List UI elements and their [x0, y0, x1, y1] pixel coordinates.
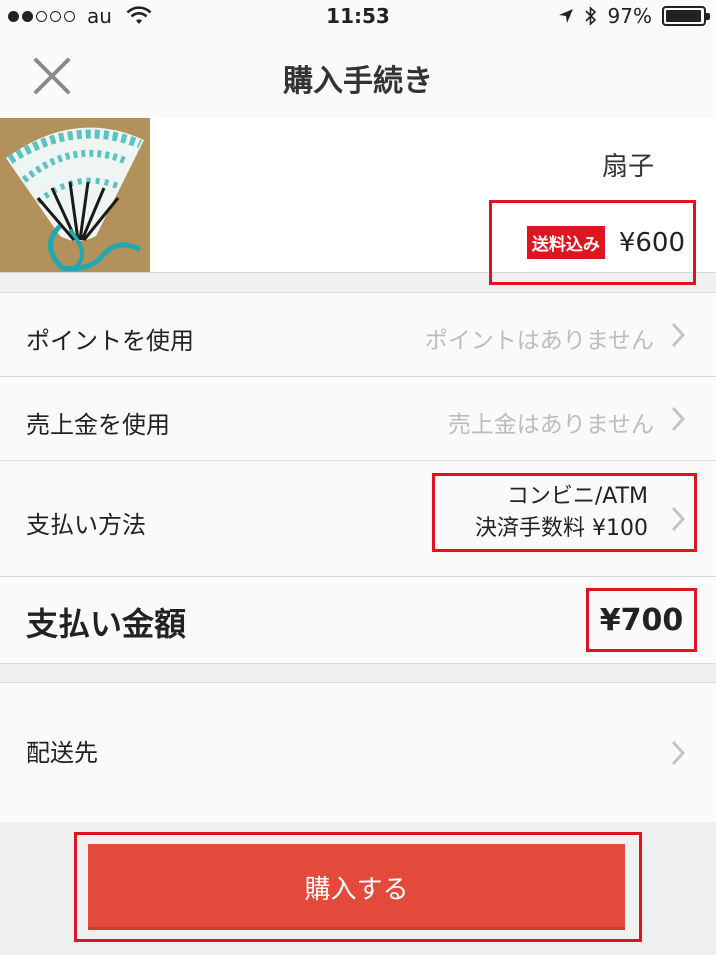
shipping-address-row[interactable]: 配送先: [0, 682, 716, 824]
product-thumbnail: [0, 118, 150, 272]
price-highlight-box: 送料込み ¥600: [489, 200, 696, 285]
payment-method-row[interactable]: 支払い方法 コンビニ/ATM 決済手数料 ¥100: [0, 461, 716, 577]
chevron-right-icon: [671, 740, 686, 766]
shipping-address-label: 配送先: [26, 739, 98, 767]
product-price: ¥600: [618, 227, 685, 258]
sales-value: 売上金はありません: [447, 412, 654, 438]
payment-method-label: 支払い方法: [26, 511, 146, 539]
bluetooth-icon: [584, 6, 596, 26]
use-sales-row[interactable]: 売上金を使用 売上金はありません: [0, 377, 716, 461]
total-amount-row: 支払い金額 ¥700: [0, 577, 716, 663]
total-amount-label: 支払い金額: [26, 605, 187, 643]
use-points-row[interactable]: ポイントを使用 ポイントはありません: [0, 293, 716, 377]
page-title: 購入手続き: [283, 64, 433, 99]
product-summary: 扇子 送料込み ¥600: [0, 118, 716, 285]
total-amount-value: ¥700: [586, 588, 697, 652]
battery-icon: [662, 6, 710, 26]
use-sales-label: 売上金を使用: [26, 411, 170, 439]
payment-fee: 決済手数料 ¥100: [475, 516, 648, 541]
payment-options-list: ポイントを使用 ポイントはありません 売上金を使用 売上金はありません 支払い方…: [0, 292, 716, 664]
use-points-label: ポイントを使用: [26, 327, 194, 355]
chevron-right-icon: [671, 406, 686, 432]
status-bar: au 11:53 97%: [0, 0, 716, 34]
payment-method-name: コンビニ/ATM: [506, 484, 648, 509]
chevron-right-icon: [671, 506, 686, 532]
shipping-included-badge: 送料込み: [526, 226, 605, 259]
chevron-right-icon: [671, 322, 686, 348]
points-value: ポイントはありません: [424, 328, 654, 354]
location-arrow-icon: [558, 9, 573, 23]
battery-percent: 97%: [607, 4, 652, 28]
navigation-bar: 購入手続き: [0, 34, 716, 119]
product-name: 扇子: [601, 152, 654, 182]
purchase-button[interactable]: 購入する: [88, 844, 625, 930]
footer: 購入する: [0, 822, 716, 955]
payment-method-value: コンビニ/ATM 決済手数料 ¥100: [475, 481, 648, 545]
